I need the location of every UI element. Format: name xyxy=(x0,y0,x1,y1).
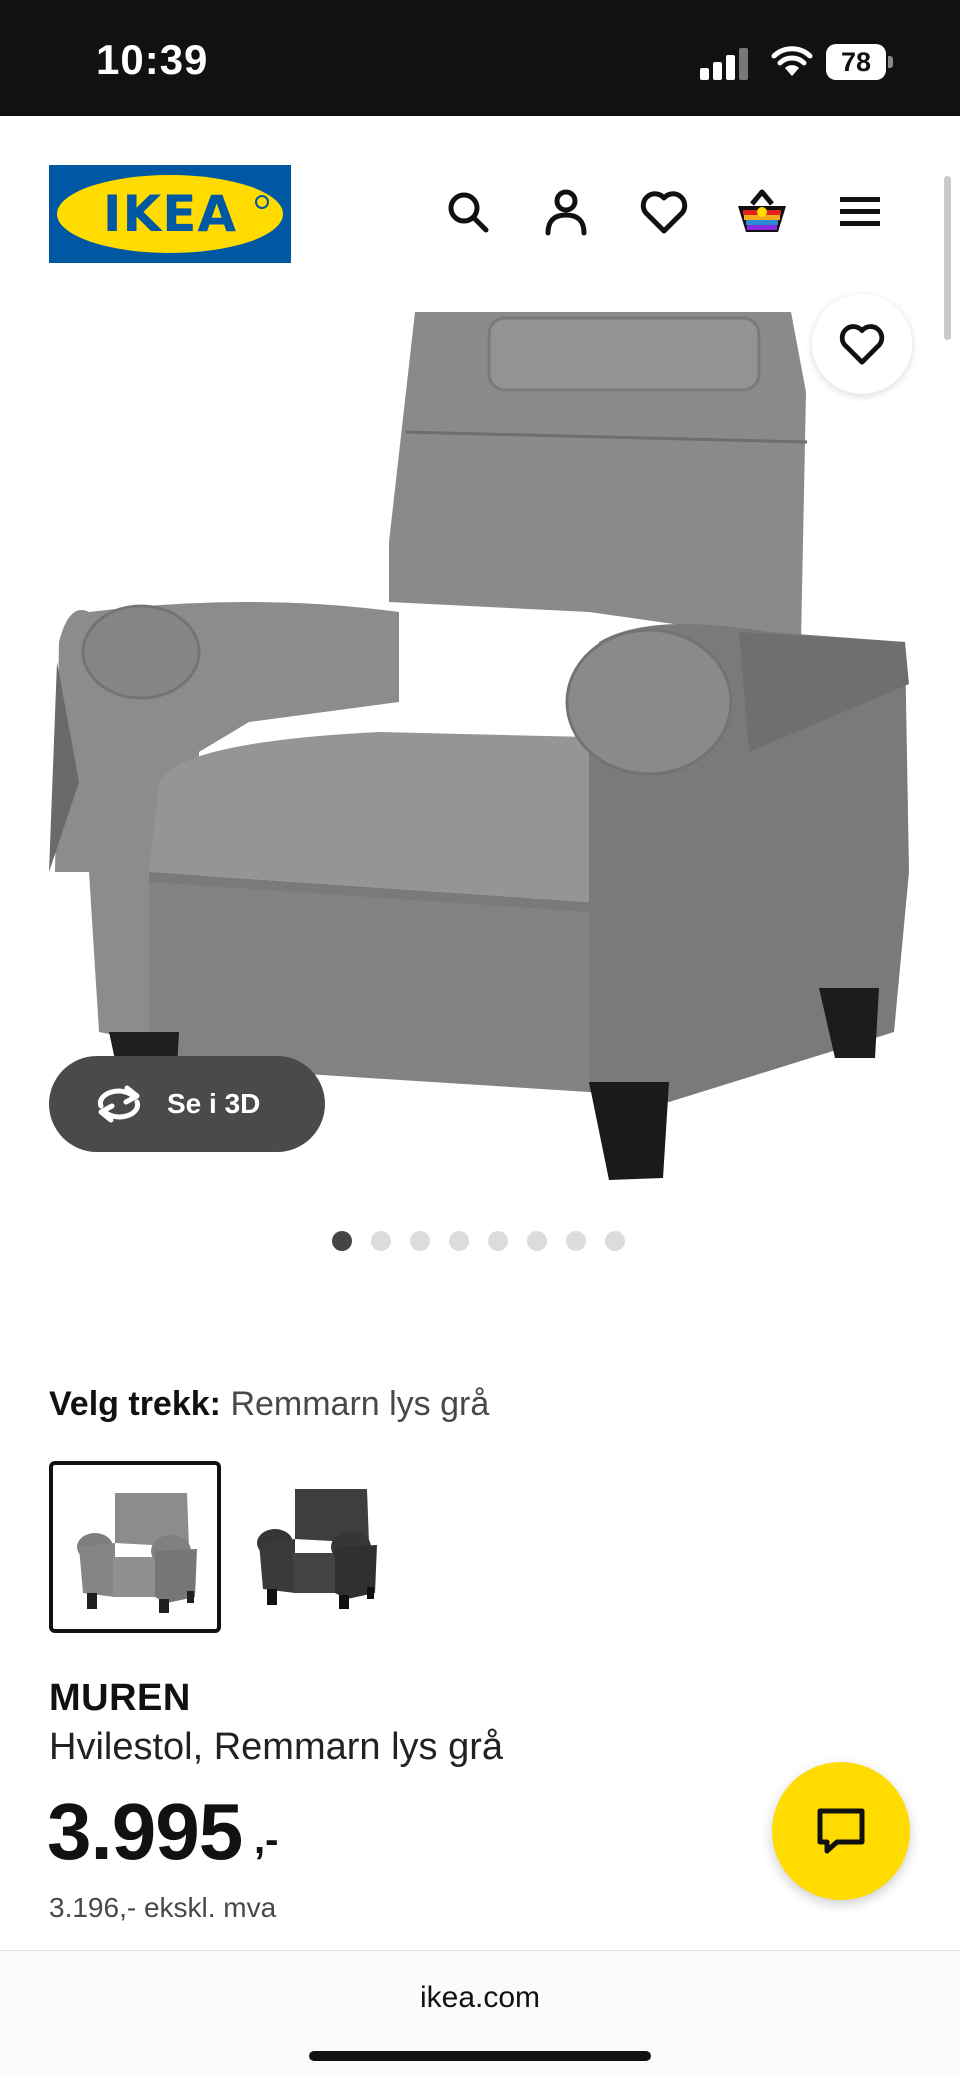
pagination-dot[interactable] xyxy=(605,1231,625,1251)
pagination-dot[interactable] xyxy=(332,1231,352,1251)
product-description: Hvilestol, Remmarn lys grå xyxy=(49,1726,503,1768)
chat-button[interactable] xyxy=(772,1762,910,1900)
pagination-dot[interactable] xyxy=(371,1231,391,1251)
status-bar: 10:39 78 xyxy=(0,0,960,116)
armchair-thumbnail xyxy=(77,1493,197,1613)
account-icon xyxy=(545,189,587,236)
pagination-dot[interactable] xyxy=(488,1231,508,1251)
variant-swatch-dark[interactable] xyxy=(233,1461,405,1633)
home-indicator[interactable] xyxy=(309,2051,651,2061)
search-button[interactable] xyxy=(436,180,500,244)
wifi-icon xyxy=(771,46,813,76)
scrollbar[interactable] xyxy=(944,176,951,340)
menu-button[interactable] xyxy=(828,180,892,244)
variant-heading: Velg trekk: Remmarn lys grå xyxy=(49,1385,489,1424)
pagination-dot[interactable] xyxy=(527,1231,547,1251)
chat-icon xyxy=(817,1808,865,1854)
battery-level: 78 xyxy=(840,47,872,77)
account-button[interactable] xyxy=(534,180,598,244)
save-to-favorites-button[interactable] xyxy=(812,294,912,394)
favorites-button[interactable] xyxy=(632,180,696,244)
pagination-dot[interactable] xyxy=(410,1231,430,1251)
pagination-dot[interactable] xyxy=(566,1231,586,1251)
product-page: 10:39 78 IKEA Se i 3D Velg trekk: Remmar… xyxy=(0,0,960,2078)
favorites-icon xyxy=(640,191,688,234)
product-price: 3.995 xyxy=(47,1787,243,1876)
menu-icon xyxy=(840,197,880,226)
view-3d-label: Se i 3D xyxy=(167,1088,261,1119)
heart-icon xyxy=(839,324,885,365)
variant-label: Velg trekk: xyxy=(49,1385,221,1423)
pagination-dot[interactable] xyxy=(449,1231,469,1251)
cart-button[interactable] xyxy=(730,180,794,244)
price-excluding-vat: 3.196,- ekskl. mva xyxy=(49,1892,277,1923)
search-icon xyxy=(448,192,489,233)
variant-selected-value: Remmarn lys grå xyxy=(230,1385,490,1423)
variant-swatch-light-gray[interactable] xyxy=(49,1461,221,1633)
signal-icon xyxy=(700,46,752,80)
image-pagination xyxy=(332,1231,625,1253)
battery-icon: 78 xyxy=(826,44,894,80)
status-time: 10:39 xyxy=(96,36,209,83)
price-suffix: ,- xyxy=(254,1818,279,1862)
product-name: MUREN xyxy=(49,1677,191,1719)
address-bar-url[interactable]: ikea.com xyxy=(0,1981,960,2015)
armchair-thumbnail-dark xyxy=(257,1489,377,1609)
ikea-logo[interactable]: IKEA xyxy=(49,165,291,263)
rotate-3d-icon xyxy=(97,1085,141,1123)
logo-text: IKEA xyxy=(102,185,238,243)
cart-icon xyxy=(738,189,786,232)
view-3d-button[interactable]: Se i 3D xyxy=(49,1056,325,1152)
browser-bottom-bar: ikea.com xyxy=(0,1950,960,2078)
